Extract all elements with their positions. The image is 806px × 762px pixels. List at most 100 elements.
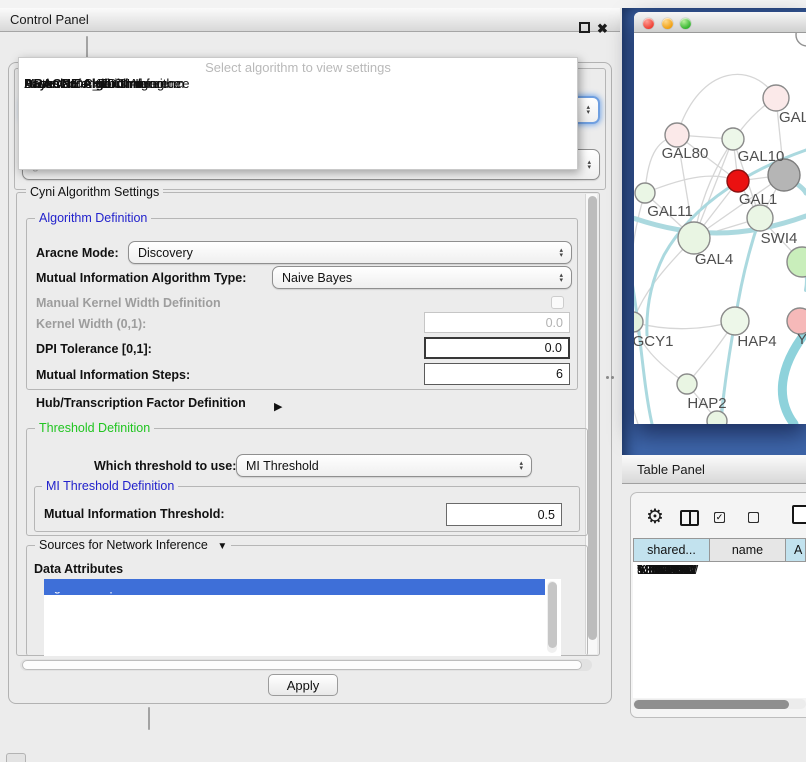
attribute-item-partial[interactable] (44, 579, 545, 592)
control-panel-titlebar: Control Panel (0, 8, 620, 32)
mi-steps-field[interactable]: 6 (424, 363, 570, 385)
column-header-shared-name[interactable]: shared... (633, 538, 710, 562)
manual-kernel-checkbox[interactable] (551, 296, 564, 309)
data-attributes-list[interactable]: SelfLoopsTopologicalCoefficientBetweenne… (44, 579, 561, 656)
tab-discretize-data[interactable]: Discretize Data (149, 708, 150, 723)
import-table-icon[interactable] (792, 505, 806, 524)
window-top-edge (0, 0, 806, 8)
tab-style[interactable]: Style (87, 37, 88, 52)
close-panel-icon[interactable] (597, 20, 611, 34)
node-label: SWI4 (761, 230, 798, 247)
apply-button-label: Apply (287, 678, 320, 693)
panel-splitter-grip[interactable] (606, 374, 616, 382)
node-label: HAP2 (687, 395, 726, 412)
network-view-window: GALGAL80GAL10GAL1GAL11GAL4SWI4GCY1HAP4YH… (634, 12, 806, 424)
data-attributes-label: Data Attributes (34, 562, 123, 576)
mi-threshold-field[interactable]: 0.5 (446, 503, 562, 526)
tab-network[interactable]: Network (87, 37, 88, 53)
algorithm-option-dream8-dc-tdc-algorithm[interactable]: Dream8 DC_TDC Algorithm (19, 76, 184, 92)
settings-horizontal-thumb[interactable] (22, 660, 582, 670)
mi-steps-label: Mutual Information Steps: (36, 368, 190, 382)
mi-type-value: Naive Bayes (282, 271, 352, 285)
dpi-tolerance-field[interactable]: 0.0 (424, 337, 570, 359)
tab-impute-data[interactable]: Impute Data (149, 708, 150, 723)
which-threshold-combobox[interactable]: MI Threshold (236, 454, 532, 477)
node-label: GAL80 (662, 145, 709, 162)
column-header-cut[interactable]: A (785, 538, 806, 562)
network-node-gal1[interactable] (747, 205, 773, 231)
node-label: GAL10 (738, 148, 785, 165)
aracne-mode-value: Discovery (138, 246, 193, 260)
combo-stepper-icon (559, 248, 563, 258)
column-header-label: name (732, 543, 763, 557)
network-node-gal[interactable] (763, 85, 789, 111)
float-panel-icon[interactable] (579, 22, 590, 33)
threshold-definition-title: Threshold Definition (35, 421, 154, 435)
attributes-scrollbar[interactable] (547, 581, 557, 653)
mi-threshold-label: Mutual Information Threshold: (44, 507, 225, 521)
mi-threshold-value: 0.5 (538, 508, 555, 522)
column-header-name[interactable]: name (709, 538, 786, 562)
apply-button[interactable]: Apply (268, 674, 338, 696)
network-node-gal80[interactable] (665, 123, 689, 147)
network-node[interactable] (727, 170, 749, 192)
gear-icon[interactable] (646, 507, 666, 527)
network-node-gal11[interactable] (635, 183, 655, 203)
tab-select[interactable]: Select (87, 37, 88, 52)
settings-horizontal-scrollbar[interactable] (20, 659, 592, 671)
algorithm-dropdown-popup: Select algorithm to view settings Bayesi… (18, 57, 578, 170)
control-panel-title: Control Panel (10, 8, 89, 32)
dpi-tolerance-value: 0.0 (545, 341, 562, 355)
node-label: GAL (779, 109, 806, 126)
tab-infer-network[interactable]: Infer Network (149, 708, 150, 723)
mi-type-label: Mutual Information Algorithm Type: (36, 271, 246, 285)
network-node-gcy1[interactable] (634, 312, 643, 332)
collapse-arrow-icon[interactable] (217, 538, 227, 552)
node-label: GCY1 (634, 333, 673, 350)
cyni-mode-tabs: Impute DataDiscretize DataInfer Network (148, 707, 150, 730)
minimized-panel-square[interactable] (6, 753, 26, 762)
network-node-gal4[interactable] (678, 222, 710, 254)
node-label: GAL1 (739, 191, 777, 208)
hub-section-toggle[interactable]: Hub/Transcription Factor Definition (36, 396, 316, 412)
kernel-width-label: Kernel Width (0,1): (36, 317, 146, 331)
control-panel-tabs: NetworkStyleSelectCyni ToolboxjActiveMNo… (86, 36, 88, 59)
settings-scrollbar-thumb[interactable] (588, 196, 597, 640)
attributes-scrollbar-thumb[interactable] (548, 582, 557, 648)
combo-stepper-icon (587, 160, 591, 170)
tab-jactivemnodules[interactable]: jActiveMNodules (87, 37, 88, 52)
network-edges-thin (634, 74, 802, 424)
network-node-hap4[interactable] (721, 307, 749, 335)
tab-cyni-toolbox[interactable]: Cyni Toolbox (87, 37, 88, 52)
which-threshold-label: Which threshold to use: (94, 459, 236, 473)
node-table: YDL19...YDL19...13YDR27...YDR27...12YBR0… (633, 562, 806, 698)
manual-kernel-label: Manual Kernel Width Definition (36, 296, 221, 310)
mi-threshold-definition-title: MI Threshold Definition (42, 479, 178, 493)
zoom-traffic-light[interactable] (680, 18, 691, 29)
network-nodes (634, 33, 806, 424)
network-graph: GALGAL80GAL10GAL1GAL11GAL4SWI4GCY1HAP4YH… (634, 33, 806, 424)
network-window-titlebar (634, 12, 806, 33)
network-node[interactable] (796, 33, 806, 46)
kernel-width-value: 0.0 (546, 316, 563, 330)
application-window: Control Panel NetworkStyleSelectCyni Too… (0, 0, 806, 762)
hub-section-label: Hub/Transcription Factor Definition (36, 396, 246, 410)
columns-icon[interactable] (680, 510, 699, 526)
node-label: GAL4 (695, 251, 733, 268)
network-node-gal10[interactable] (722, 128, 744, 150)
network-node-hap2[interactable] (677, 374, 697, 394)
close-traffic-light[interactable] (643, 18, 654, 29)
aracne-mode-combobox[interactable]: Discovery (128, 241, 572, 264)
mi-type-combobox[interactable]: Naive Bayes (272, 266, 572, 289)
minimize-traffic-light[interactable] (662, 18, 673, 29)
table-cell: 9 (633, 562, 653, 578)
kernel-width-field[interactable]: 0.0 (424, 312, 570, 333)
table-panel-titlebar: Table Panel (622, 455, 806, 484)
node-label: HAP4 (737, 333, 776, 350)
column-header-label: A (794, 543, 802, 557)
network-node[interactable] (707, 411, 727, 424)
node-label: GAL11 (647, 203, 693, 220)
network-node-swi4[interactable] (787, 247, 806, 277)
table-horizontal-thumb[interactable] (634, 700, 789, 709)
table-horizontal-scrollbar[interactable] (633, 699, 806, 709)
